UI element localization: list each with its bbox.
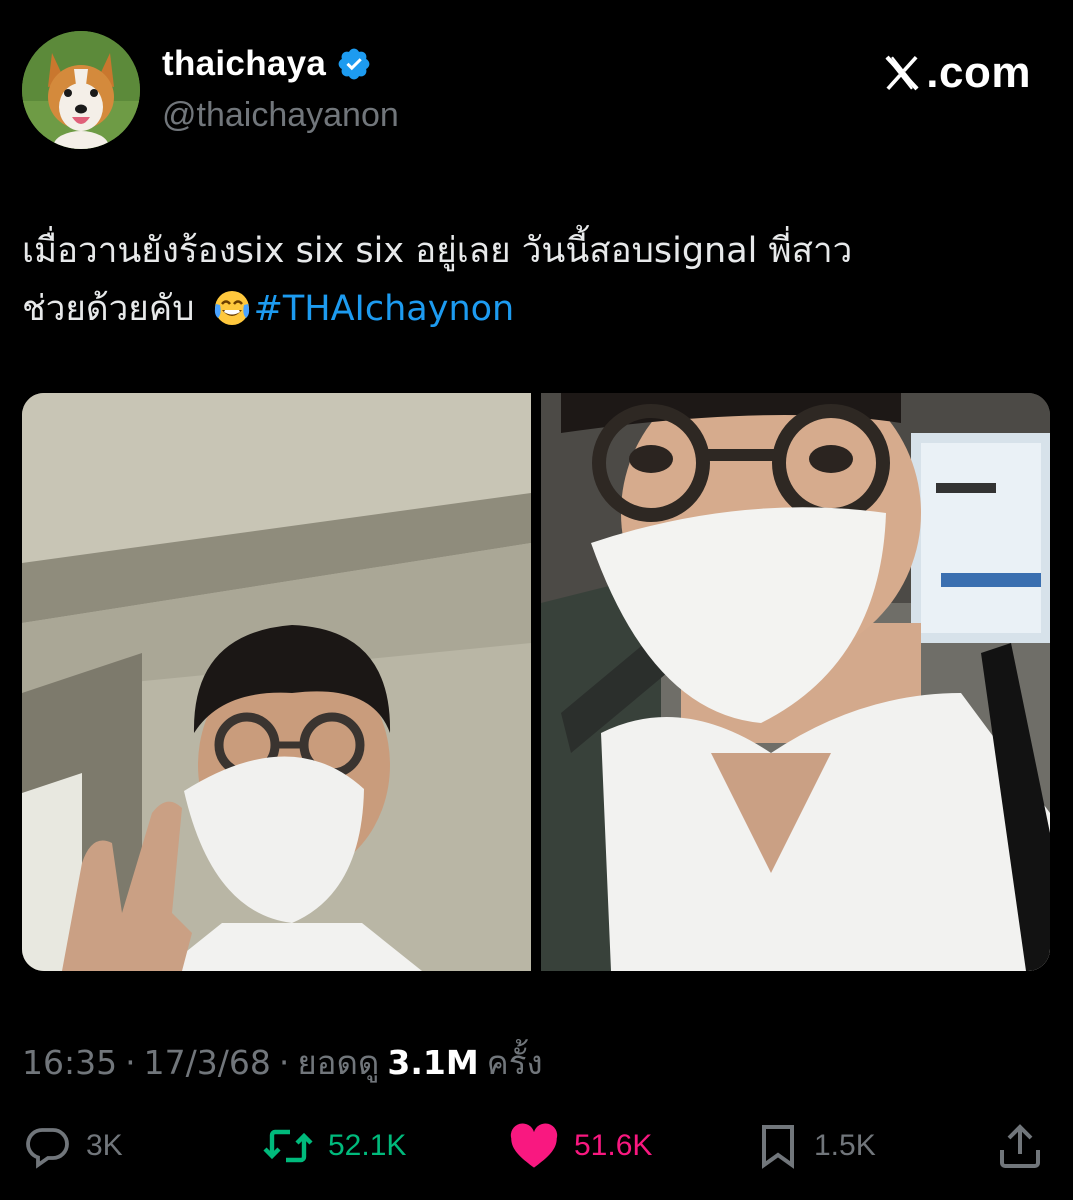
x-logo-icon bbox=[885, 55, 919, 91]
author-name-row[interactable]: thaichaya bbox=[162, 44, 372, 84]
repost-count: 52.1K bbox=[328, 1129, 407, 1162]
hashtag-link[interactable]: #THAIchaynon bbox=[254, 289, 515, 329]
action-bar: 3K 52.1K 51.6K 1.5K bbox=[0, 1112, 1073, 1182]
like-button[interactable]: 51.6K bbox=[508, 1122, 652, 1170]
share-button[interactable] bbox=[998, 1122, 1042, 1170]
tweet-date[interactable]: 17/3/68 bbox=[144, 1043, 271, 1082]
repost-icon bbox=[263, 1129, 313, 1163]
share-icon bbox=[1000, 1124, 1040, 1168]
verified-badge-icon bbox=[336, 46, 372, 82]
heart-icon bbox=[510, 1123, 558, 1168]
views-label: ยอดดู bbox=[297, 1043, 380, 1082]
bookmark-icon bbox=[762, 1125, 794, 1169]
repost-button[interactable]: 52.1K bbox=[262, 1122, 406, 1170]
views-count: 3.1M bbox=[387, 1043, 479, 1082]
bookmark-count: 1.5K bbox=[814, 1129, 876, 1162]
photo-selfie-closeup-icon bbox=[541, 393, 1050, 971]
face-with-tears-of-joy-icon bbox=[212, 288, 252, 328]
avatar[interactable] bbox=[22, 31, 140, 149]
author-handle[interactable]: @thaichayanon bbox=[162, 96, 399, 135]
photo-selfie-peace-sign[interactable] bbox=[22, 393, 531, 971]
meta-separator: · bbox=[125, 1043, 136, 1082]
tweet-header: thaichaya @thaichayanon .com bbox=[0, 0, 1073, 170]
tweet-text: เมื่อวานยังร้องsix six six อยู่เลย วันนี… bbox=[22, 222, 1032, 338]
views-suffix: ครั้ง bbox=[486, 1043, 543, 1082]
reply-count: 3K bbox=[86, 1129, 123, 1162]
like-count: 51.6K bbox=[574, 1129, 653, 1162]
photo-selfie-closeup[interactable] bbox=[541, 393, 1050, 971]
meta-separator: · bbox=[278, 1043, 290, 1082]
tweet-time[interactable]: 16:35 bbox=[22, 1043, 117, 1082]
brand-logo: .com bbox=[880, 48, 1031, 98]
reply-button[interactable]: 3K bbox=[24, 1122, 123, 1170]
tweet-meta: 16:35 · 17/3/68 · ยอดดู 3.1M ครั้ง bbox=[22, 1036, 543, 1089]
bookmark-button[interactable]: 1.5K bbox=[756, 1122, 876, 1170]
tweet-text-line2: ช่วยด้วยคับ bbox=[22, 289, 206, 329]
media-grid bbox=[22, 393, 1050, 971]
tweet-text-line1: เมื่อวานยังร้องsix six six อยู่เลย วันนี… bbox=[22, 231, 853, 271]
reply-icon bbox=[26, 1128, 69, 1169]
corgi-avatar-icon bbox=[22, 31, 140, 149]
photo-selfie-peace-sign-icon bbox=[22, 393, 531, 971]
brand-text: .com bbox=[926, 48, 1031, 97]
author-display-name[interactable]: thaichaya bbox=[162, 44, 326, 84]
